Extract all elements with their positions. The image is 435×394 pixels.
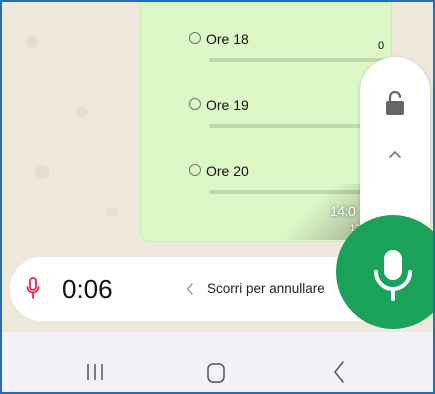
mic-icon [374, 250, 412, 301]
poll-option-1[interactable]: Ore 18 [189, 31, 389, 71]
home-icon[interactable] [206, 362, 226, 384]
system-navigation-bar [2, 332, 433, 392]
poll-option-label: Ore 20 [206, 163, 249, 179]
message-timestamp: 14:0 [330, 203, 356, 219]
radio-icon[interactable] [189, 32, 201, 44]
recording-bar: 0:06 Scorri per annullare [10, 257, 390, 321]
chevron-left-icon [186, 283, 193, 295]
back-icon[interactable] [332, 360, 346, 384]
screen-frame: Ore 18 Ore 19 Ore 20 0 14:0 12 [0, 0, 435, 394]
recording-timer: 0:06 [62, 274, 113, 304]
slide-to-cancel-hint[interactable]: Scorri per annullare [207, 281, 325, 296]
poll-vote-count: 0 [378, 40, 385, 52]
poll-option-2[interactable]: Ore 19 [189, 97, 389, 137]
poll-option-label: Ore 19 [206, 97, 249, 113]
radio-icon[interactable] [189, 164, 201, 176]
recent-apps-icon[interactable] [84, 362, 106, 382]
poll-option-label: Ore 18 [206, 31, 249, 47]
unlock-icon[interactable] [384, 90, 406, 116]
poll-option-bar [209, 124, 384, 128]
radio-icon[interactable] [189, 98, 201, 110]
recording-mic-icon [26, 277, 40, 299]
chevron-up-icon [389, 151, 401, 158]
poll-option-bar [209, 58, 384, 62]
